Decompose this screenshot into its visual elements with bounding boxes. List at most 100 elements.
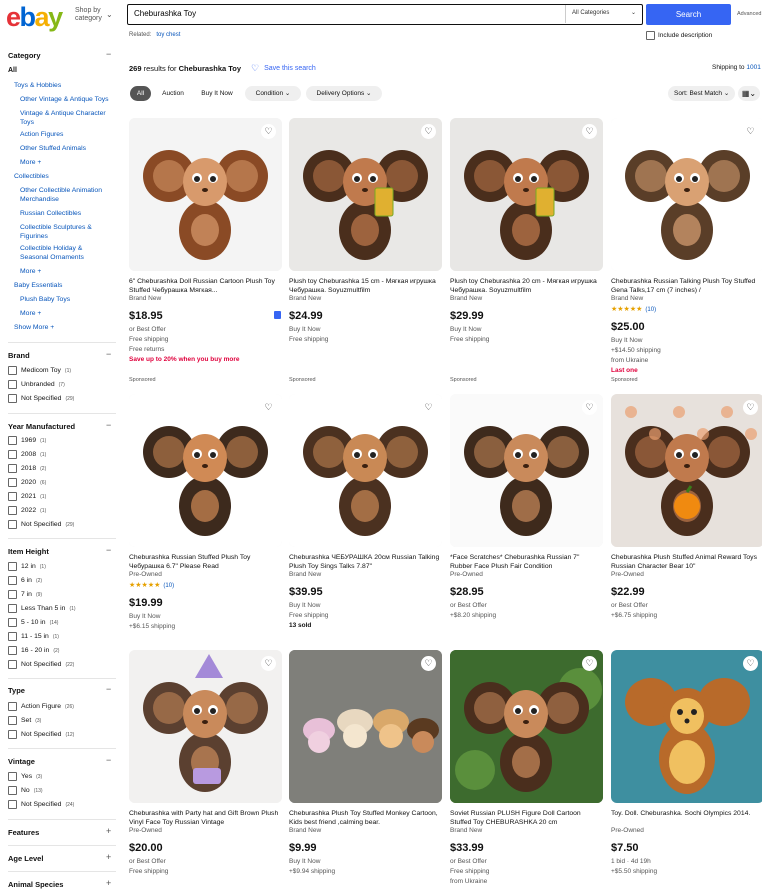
heart-icon[interactable]: ♡ (421, 400, 436, 415)
checkbox[interactable] (8, 590, 17, 599)
reviews-link[interactable]: (10) (163, 583, 174, 589)
heart-icon[interactable]: ♡ (261, 124, 276, 139)
collapse-icon[interactable]: − (106, 420, 111, 430)
filter-option[interactable]: 1969 (1) (8, 436, 46, 445)
filter-buy-it-now[interactable]: Buy It Now (196, 86, 238, 101)
collapse-icon[interactable]: − (106, 755, 111, 765)
product-title[interactable]: *Face Scratches* Cheburashka Russian 7" … (450, 553, 603, 571)
filter-option[interactable]: 7 in (9) (8, 590, 42, 599)
heart-icon[interactable]: ♡ (261, 400, 276, 415)
sidebar-category-link[interactable]: Vintage & Antique Character Toys (20, 110, 112, 127)
filter-option[interactable]: 2008 (1) (8, 450, 46, 459)
product-card[interactable]: ♡ Toy. Doll. Cheburashka. Sochi Olympics … (611, 650, 762, 890)
filter-option[interactable]: 2018 (2) (8, 464, 46, 473)
checkbox[interactable] (8, 450, 17, 459)
delivery-options-dropdown[interactable]: Delivery Options ⌄ (306, 86, 382, 101)
grid-view-icon[interactable]: ▦⌄ (738, 86, 760, 101)
sidebar-category-link[interactable]: More + (20, 268, 112, 277)
product-photo[interactable] (611, 650, 762, 803)
product-card[interactable]: ♡ Cheburashka Plush Stuffed Animal Reward… (611, 394, 762, 634)
chevron-down-icon[interactable]: ⌄ (106, 10, 113, 19)
sidebar-category-link[interactable]: Collectibles (14, 173, 112, 182)
product-title[interactable]: Cheburashka Plush Toy Stuffed Monkey Car… (289, 809, 442, 827)
product-title[interactable]: 6" Cheburashka Doll Russian Cartoon Plus… (129, 277, 282, 295)
checkbox[interactable] (8, 772, 17, 781)
product-photo[interactable] (289, 650, 442, 803)
product-card[interactable]: ♡ Cheburashka ЧЕБУРАШКА 20см Russian Talk… (289, 394, 442, 634)
product-title[interactable]: Plush toy Cheburashka 20 cm - Мягкая игр… (450, 277, 603, 295)
product-card[interactable]: ♡ 6" Cheburashka Doll Russian Cartoon Plu… (129, 118, 282, 383)
checkbox[interactable] (8, 576, 17, 585)
product-card[interactable]: ♡ Soviet Russian PLUSH Figure Doll Cartoo… (450, 650, 603, 890)
product-card[interactable]: ♡ Cheburashka Russian Talking Plush Toy S… (611, 118, 762, 383)
filter-option[interactable]: Not Specified (24) (8, 800, 74, 809)
product-photo[interactable] (289, 394, 442, 547)
filter-option[interactable]: 2021 (1) (8, 492, 46, 501)
filter-option[interactable]: Not Specified (22) (8, 660, 74, 669)
search-input[interactable] (134, 9, 554, 18)
product-card[interactable]: ♡ *Face Scratches* Cheburashka Russian 7"… (450, 394, 603, 634)
filter-option[interactable]: 2022 (1) (8, 506, 46, 515)
checkbox[interactable] (8, 562, 17, 571)
product-image[interactable]: ♡ (289, 394, 442, 547)
product-photo[interactable] (611, 394, 762, 547)
product-image[interactable]: ♡ (611, 118, 762, 271)
product-image[interactable]: ♡ (450, 650, 603, 803)
filter-option[interactable]: Action Figure (26) (8, 702, 74, 711)
product-photo[interactable] (289, 118, 442, 271)
filter-option[interactable]: Not Specified (29) (8, 520, 74, 529)
category-select[interactable]: All Categories ⌄ (565, 5, 642, 23)
filter-group-title[interactable]: Age Level (8, 854, 43, 863)
checkbox[interactable] (8, 618, 17, 627)
collapse-icon[interactable]: − (106, 545, 111, 555)
product-card[interactable]: ♡ Cheburashka with Party hat and Gift Bro… (129, 650, 282, 890)
product-title[interactable]: Cheburashka Russian Talking Plush Toy St… (611, 277, 762, 295)
expand-icon[interactable]: + (106, 878, 111, 888)
filter-option[interactable]: 5 - 10 in (14) (8, 618, 58, 627)
heart-icon[interactable]: ♡ (582, 400, 597, 415)
collapse-icon[interactable]: − (106, 349, 111, 359)
filter-option[interactable]: No (13) (8, 786, 43, 795)
filter-option[interactable]: Yes (3) (8, 772, 42, 781)
product-photo[interactable] (450, 118, 603, 271)
product-photo[interactable] (611, 118, 762, 271)
include-description[interactable]: Include description (646, 31, 712, 40)
expand-icon[interactable]: + (106, 826, 111, 836)
filter-option[interactable]: Set (3) (8, 716, 41, 725)
checkbox[interactable] (8, 520, 17, 529)
category-all[interactable]: All (8, 67, 17, 74)
product-image[interactable]: ♡ (450, 118, 603, 271)
filter-option[interactable]: 11 - 15 in (1) (8, 632, 59, 641)
checkbox[interactable] (8, 394, 17, 403)
expand-icon[interactable]: + (106, 852, 111, 862)
product-image[interactable]: ♡ (129, 650, 282, 803)
product-image[interactable]: ♡ (289, 118, 442, 271)
heart-icon[interactable]: ♡ (743, 400, 758, 415)
filter-option[interactable]: Medicom Toy (1) (8, 366, 71, 375)
checkbox[interactable] (8, 380, 17, 389)
condition-dropdown[interactable]: Condition ⌄ (245, 86, 301, 101)
filter-option[interactable]: Less Than 5 in (1) (8, 604, 76, 613)
product-image[interactable]: ♡ (450, 394, 603, 547)
checkbox[interactable] (8, 716, 17, 725)
ebay-logo[interactable]: ebay (6, 2, 63, 33)
checkbox[interactable] (8, 478, 17, 487)
heart-icon[interactable]: ♡ (421, 656, 436, 671)
product-photo[interactable] (129, 118, 282, 271)
product-card[interactable]: ♡ Cheburashka Plush Toy Stuffed Monkey Ca… (289, 650, 442, 890)
checkbox[interactable] (8, 632, 17, 641)
product-photo[interactable] (450, 394, 603, 547)
sidebar-category-link[interactable]: Russian Collectibles (20, 210, 112, 219)
sidebar-category-link[interactable]: Action Figures (20, 131, 112, 140)
heart-icon[interactable]: ♡ (261, 656, 276, 671)
filter-auction[interactable]: Auction (157, 86, 189, 101)
filter-option[interactable]: Unbranded (7) (8, 380, 65, 389)
product-title[interactable]: Cheburashka Russian Stuffed Plush Toy Че… (129, 553, 282, 571)
heart-icon[interactable]: ♡ (421, 124, 436, 139)
checkbox[interactable] (8, 604, 17, 613)
sidebar-category-link[interactable]: Other Collectible Animation Merchandise (20, 187, 112, 204)
search-button[interactable]: Search (646, 4, 731, 25)
sidebar-category-link[interactable]: Other Stuffed Animals (20, 145, 112, 154)
related-link[interactable]: toy chest (156, 32, 180, 38)
checkbox[interactable] (8, 464, 17, 473)
